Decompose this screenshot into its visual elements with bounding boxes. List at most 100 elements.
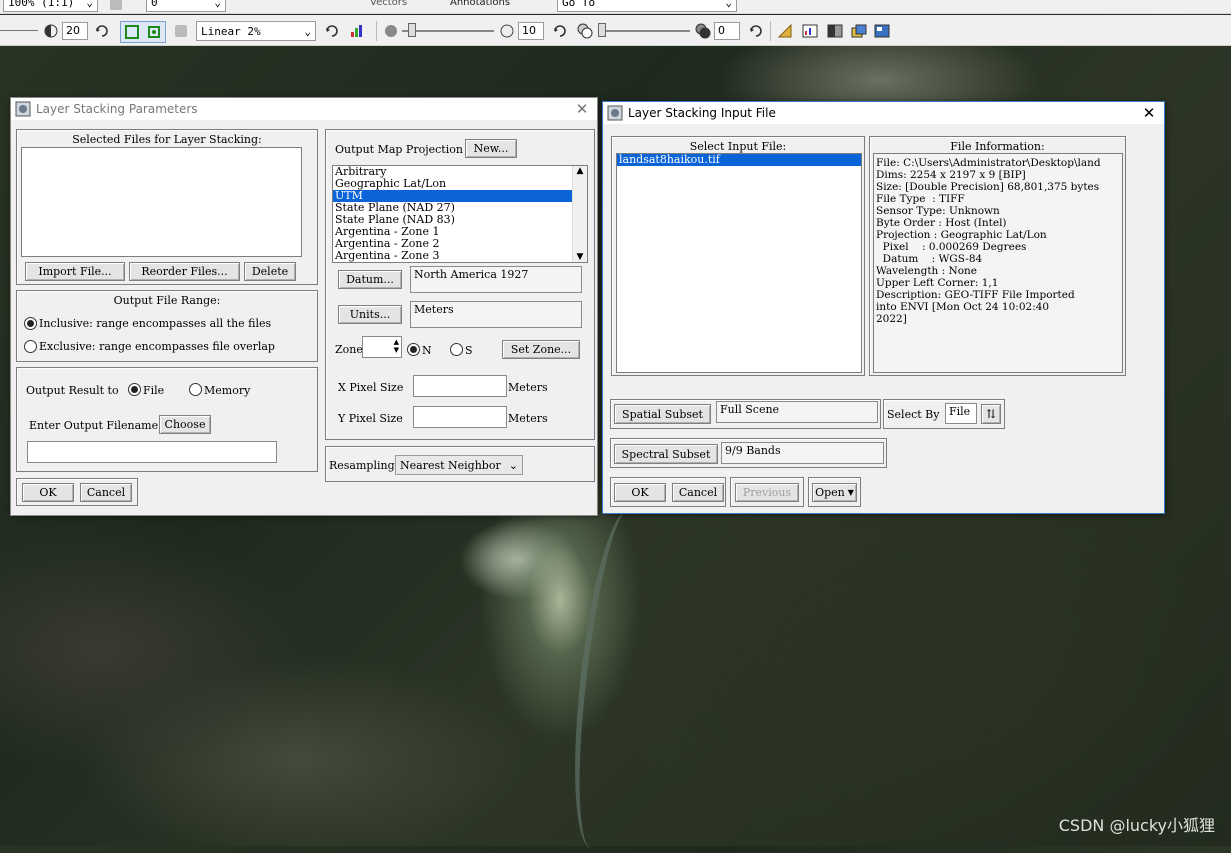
swap-arrows-icon[interactable]: ⇅ bbox=[981, 404, 1001, 424]
value-select[interactable]: 0 ⌄ bbox=[146, 0, 226, 12]
transparency-icon bbox=[577, 23, 593, 39]
open-button[interactable]: Open ▼ bbox=[812, 483, 857, 502]
layer-stacking-parameters-window: Layer Stacking Parameters ✕ Selected Fil… bbox=[10, 97, 598, 516]
datum-button[interactable]: Datum... bbox=[338, 270, 402, 289]
full-extent-icon[interactable] bbox=[124, 24, 140, 40]
output-filename-input[interactable] bbox=[27, 441, 277, 463]
selected-files-list[interactable] bbox=[21, 147, 302, 257]
histogram-icon[interactable] bbox=[349, 23, 365, 39]
toolbar-display: 20 Linear 2% ⌄ 10 0 bbox=[0, 15, 1231, 46]
chevron-down-icon: ⌄ bbox=[304, 24, 311, 38]
new-projection-button[interactable]: New... bbox=[465, 139, 517, 158]
choose-button[interactable]: Choose bbox=[159, 415, 211, 434]
ok-button[interactable]: OK bbox=[614, 483, 666, 502]
slider-handle[interactable] bbox=[408, 23, 416, 37]
projection-label: Output Map Projection bbox=[335, 143, 463, 156]
layers-icon[interactable] bbox=[851, 23, 867, 39]
inclusive-label: Inclusive: range encompasses all the fil… bbox=[39, 317, 272, 330]
south-radio[interactable] bbox=[450, 343, 463, 356]
goto-select[interactable]: Go To ⌄ bbox=[557, 0, 737, 12]
input-file-item-selected[interactable]: landsat8haikou.tif bbox=[617, 154, 861, 166]
delete-button[interactable]: Delete bbox=[244, 262, 296, 281]
spinner-arrows-icon[interactable]: ▲ ▼ bbox=[394, 338, 399, 354]
zoom-select[interactable]: 100% (1:1) ⌄ bbox=[3, 0, 98, 12]
projection-scrollbar[interactable]: ▲ ▼ bbox=[572, 166, 587, 262]
spatial-subset-button[interactable]: Spatial Subset bbox=[614, 404, 711, 424]
units-button[interactable]: Units... bbox=[338, 305, 402, 324]
zoom-extent-icon[interactable] bbox=[146, 24, 162, 40]
spatial-subset-panel: Spatial Subset Full Scene bbox=[610, 399, 881, 429]
brightness-input[interactable]: 20 bbox=[62, 22, 88, 40]
transparency-input[interactable]: 0 bbox=[714, 22, 740, 40]
goto-value: Go To bbox=[562, 0, 596, 9]
output-result-label: Output Result to bbox=[26, 384, 119, 397]
enter-filename-label: Enter Output Filename bbox=[29, 419, 159, 432]
select-input-panel: Select Input File: landsat8haikou.tif bbox=[611, 136, 865, 376]
file-radio[interactable] bbox=[128, 383, 141, 396]
cancel-button[interactable]: Cancel bbox=[672, 483, 724, 502]
cancel-button[interactable]: Cancel bbox=[80, 483, 132, 502]
measure-icon[interactable] bbox=[777, 23, 793, 39]
chevron-up-icon[interactable]: ▲ bbox=[573, 166, 587, 176]
zone-spinner[interactable]: ▲ ▼ bbox=[362, 336, 402, 358]
spectral-subset-value: 9/9 Bands bbox=[721, 442, 884, 464]
brightness-icon bbox=[44, 24, 58, 38]
previous-button[interactable]: Previous bbox=[735, 483, 799, 502]
layer-stacking-input-window: Layer Stacking Input File ✕ Select Input… bbox=[602, 101, 1165, 514]
refresh-icon[interactable] bbox=[324, 23, 340, 39]
datum-value: North America 1927 bbox=[410, 266, 582, 293]
spectral-subset-button[interactable]: Spectral Subset bbox=[614, 444, 718, 464]
projection-item[interactable]: Argentina - Zone 3 bbox=[333, 250, 587, 262]
vectors-menu[interactable]: Vectors bbox=[370, 0, 407, 8]
refresh-icon[interactable] bbox=[748, 23, 764, 39]
refresh-icon[interactable] bbox=[552, 23, 568, 39]
resampling-label: Resampling bbox=[329, 459, 395, 472]
inclusive-radio[interactable] bbox=[24, 317, 37, 330]
input-action-panel: OK Cancel bbox=[610, 477, 726, 507]
y-pixel-size-input[interactable] bbox=[413, 406, 507, 428]
annotations-menu[interactable]: Annotations bbox=[450, 0, 510, 8]
file-info-line: Datum : WGS-84 bbox=[876, 253, 983, 265]
ok-button[interactable]: OK bbox=[22, 483, 74, 502]
input-file-list[interactable]: landsat8haikou.tif bbox=[616, 153, 862, 373]
x-pixel-size-input[interactable] bbox=[413, 375, 507, 397]
chart-icon[interactable] bbox=[802, 23, 818, 39]
sharpen-input[interactable]: 10 bbox=[518, 22, 544, 40]
reorder-files-button[interactable]: Reorder Files... bbox=[129, 262, 240, 281]
value-select-text: 0 bbox=[151, 0, 158, 9]
file-info-line: Dims: 2254 x 2197 x 9 [BIP] bbox=[876, 169, 1026, 181]
file-info-box: File: C:\Users\Administrator\Desktop\lan… bbox=[873, 153, 1123, 373]
resampling-select[interactable]: Nearest Neighbor ⌄ bbox=[395, 455, 523, 475]
north-radio[interactable] bbox=[407, 343, 420, 356]
window-title: Layer Stacking Input File bbox=[628, 106, 776, 120]
zoom-value: 100% (1:1) bbox=[8, 0, 75, 9]
exclusive-radio[interactable] bbox=[24, 340, 37, 353]
sharpen-slider[interactable] bbox=[402, 23, 494, 37]
chevron-down-icon[interactable]: ▼ bbox=[573, 252, 587, 262]
auto-stretch-icon[interactable] bbox=[173, 23, 189, 39]
projection-panel: Output Map Projection New... Arbitrary G… bbox=[325, 129, 595, 440]
brightness-slider-track[interactable] bbox=[0, 30, 38, 31]
import-file-button[interactable]: Import File... bbox=[25, 262, 125, 281]
image-icon[interactable] bbox=[874, 23, 890, 39]
pan-icon[interactable] bbox=[108, 0, 124, 12]
close-icon[interactable]: ✕ bbox=[1134, 104, 1164, 122]
set-zone-button[interactable]: Set Zone... bbox=[502, 340, 580, 359]
resampling-panel: Resampling Nearest Neighbor ⌄ bbox=[325, 446, 595, 482]
transparency-icon bbox=[695, 23, 711, 39]
x-pixel-size-label: X Pixel Size bbox=[338, 381, 404, 394]
refresh-icon[interactable] bbox=[94, 23, 110, 39]
gradient-icon[interactable] bbox=[827, 23, 843, 39]
slider-handle[interactable] bbox=[598, 23, 606, 37]
projection-list[interactable]: Arbitrary Geographic Lat/Lon UTM State P… bbox=[332, 165, 588, 263]
x-meters-label: Meters bbox=[508, 381, 548, 394]
stretch-select[interactable]: Linear 2% ⌄ bbox=[196, 21, 316, 41]
select-by-value[interactable]: File bbox=[945, 403, 977, 424]
projection-item[interactable]: Geographic Lat/Lon bbox=[333, 178, 587, 190]
y-pixel-size-label: Y Pixel Size bbox=[338, 412, 403, 425]
zone-label: Zone bbox=[335, 343, 363, 356]
memory-radio[interactable] bbox=[189, 383, 202, 396]
close-icon[interactable]: ✕ bbox=[567, 100, 597, 118]
select-by-panel: Select By File ⇅ bbox=[883, 399, 1005, 429]
transparency-slider[interactable] bbox=[598, 23, 690, 37]
